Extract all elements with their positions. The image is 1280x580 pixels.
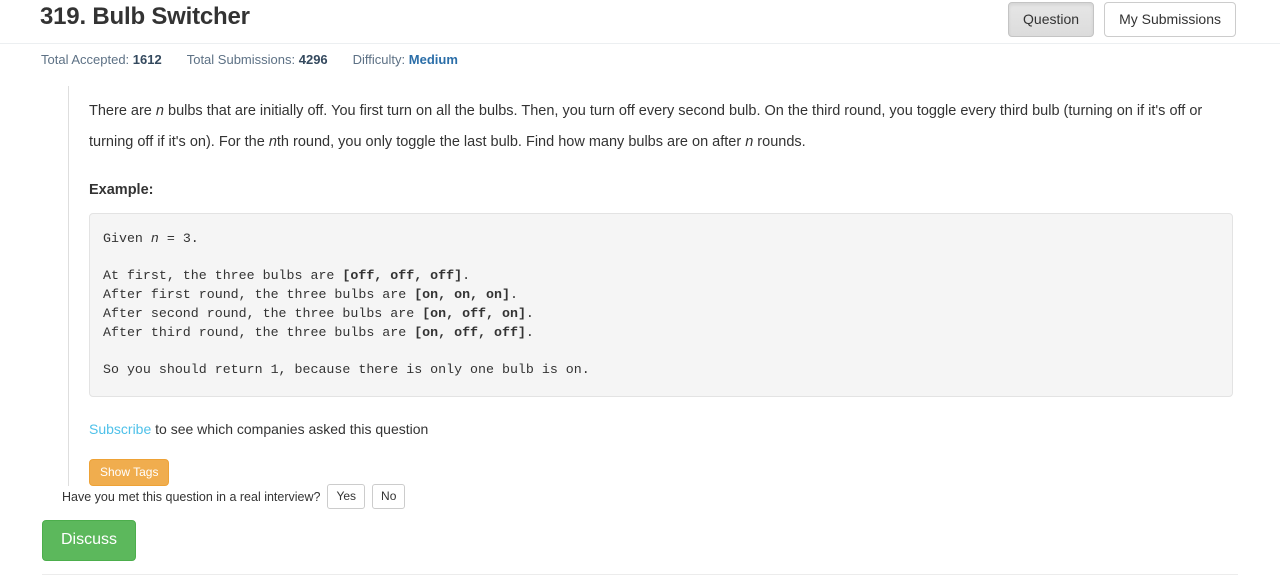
desc-var-n-1: n (155, 103, 164, 119)
show-tags-button[interactable]: Show Tags (89, 458, 170, 486)
stat-total-accepted: Total Accepted: 1612 (41, 52, 162, 67)
discuss-button[interactable]: Discuss (42, 520, 137, 561)
interview-no-button[interactable]: No (372, 484, 406, 509)
problem-stats: Total Accepted: 1612 Total Submissions: 4… (41, 52, 458, 67)
code-line-6: After third round, the three bulbs are [… (103, 324, 534, 340)
tab-question[interactable]: Question (1008, 2, 1095, 37)
interview-yes-button[interactable]: Yes (327, 484, 366, 509)
difficulty-badge: Medium (408, 52, 458, 67)
code-line-1: Given n = 3. (103, 231, 199, 246)
stat-total-submissions-label: Total Submissions: (186, 52, 296, 67)
code-line-3: At first, the three bulbs are [off, off,… (103, 268, 471, 284)
subscribe-rest-text: to see which companies asked this questi… (151, 420, 429, 437)
page-header: 319. Bulb Switcher Question My Submissio… (0, 0, 1280, 44)
stat-total-submissions-value: 4296 (298, 52, 328, 67)
desc-var-n-2: n (268, 134, 277, 150)
question-content: There are n bulbs that are initially off… (68, 86, 1250, 486)
desc-part-1: There are (89, 103, 156, 119)
code-line-5: After second round, the three bulbs are … (103, 305, 534, 321)
code-line-8: So you should return 1, because there is… (103, 361, 590, 377)
interview-poll-question: Have you met this question in a real int… (62, 489, 321, 504)
stat-total-submissions: Total Submissions: 4296 (187, 52, 328, 67)
header-action-buttons: Question My Submissions (1008, 2, 1236, 37)
stat-difficulty: Difficulty: Medium (353, 52, 458, 67)
desc-part-4: rounds. (753, 134, 806, 150)
stat-total-accepted-label: Total Accepted: (41, 52, 130, 67)
subscribe-row: Subscribe to see which companies asked t… (89, 421, 1250, 437)
stat-total-accepted-value: 1612 (132, 52, 162, 67)
code-line-4: After first round, the three bulbs are [… (103, 287, 518, 303)
problem-description: There are n bulbs that are initially off… (89, 86, 1231, 158)
interview-poll: Have you met this question in a real int… (62, 484, 406, 509)
desc-part-3: th round, you only toggle the last bulb.… (276, 134, 746, 150)
example-code-block: Given n = 3. At first, the three bulbs a… (89, 213, 1233, 397)
example-heading: Example: (89, 182, 154, 198)
subscribe-link[interactable]: Subscribe (89, 421, 151, 437)
page-title: 319. Bulb Switcher (40, 3, 250, 30)
stat-difficulty-label: Difficulty: (352, 52, 406, 67)
bottom-divider (42, 574, 1238, 575)
tab-my-submissions[interactable]: My Submissions (1104, 2, 1236, 37)
